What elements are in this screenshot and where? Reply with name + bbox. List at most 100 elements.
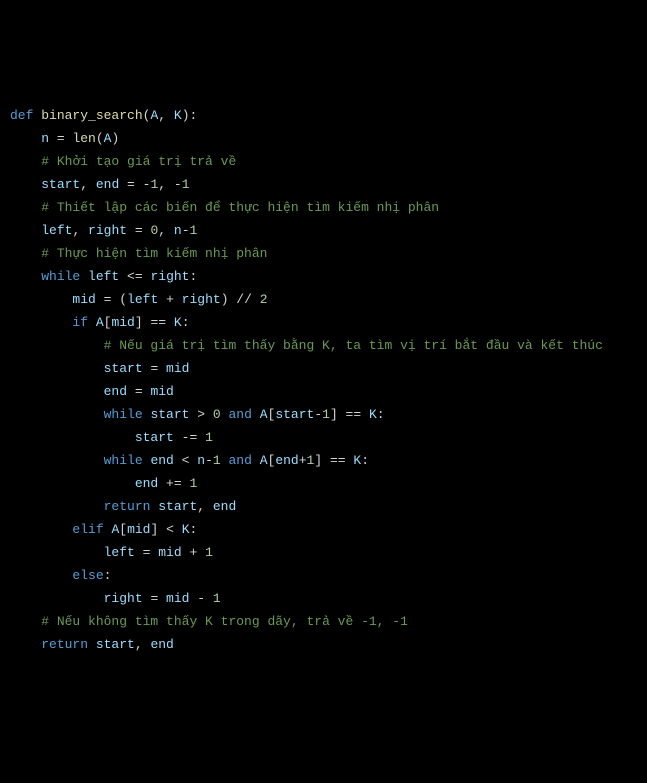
code-token: elif xyxy=(72,522,111,537)
code-token: [ xyxy=(119,522,127,537)
code-token: start xyxy=(135,430,174,445)
code-token: ( xyxy=(96,131,104,146)
code-token xyxy=(10,476,135,491)
code-token: ): xyxy=(182,108,198,123)
code-token: # Nếu không tìm thấy K trong dãy, trả về… xyxy=(41,614,408,629)
code-line: # Thực hiện tìm kiếm nhị phân xyxy=(10,242,647,265)
code-token: , xyxy=(80,177,96,192)
code-token: : xyxy=(190,522,198,537)
code-line: start, end = -1, -1 xyxy=(10,173,647,196)
code-token: return xyxy=(104,499,159,514)
code-token: else xyxy=(72,568,103,583)
code-token xyxy=(10,361,104,376)
code-token: = xyxy=(143,361,166,376)
code-token xyxy=(10,200,41,215)
code-token: right xyxy=(182,292,221,307)
code-token: -= xyxy=(174,430,205,445)
code-token: 1 xyxy=(190,223,198,238)
code-token: = xyxy=(49,131,72,146)
code-line: return start, end xyxy=(10,633,647,656)
code-token: ) // xyxy=(221,292,260,307)
code-line: # Thiết lập các biến để thực hiện tìm ki… xyxy=(10,196,647,219)
code-token xyxy=(10,453,104,468)
code-token: n xyxy=(174,223,182,238)
code-line: start -= 1 xyxy=(10,426,647,449)
code-token: # Nếu giá trị tìm thấy bằng K, ta tìm vị… xyxy=(104,338,603,353)
code-line: else: xyxy=(10,564,647,587)
code-token xyxy=(10,384,104,399)
code-token: if xyxy=(72,315,95,330)
code-token: : xyxy=(104,568,112,583)
code-token: def xyxy=(10,108,41,123)
code-token: <= xyxy=(119,269,150,284)
code-token: end xyxy=(96,177,119,192)
code-token xyxy=(10,637,41,652)
code-token: , xyxy=(72,223,88,238)
code-token: , xyxy=(158,223,174,238)
code-token: left xyxy=(104,545,135,560)
code-line: while end < n-1 and A[end+1] == K: xyxy=(10,449,647,472)
code-line: n = len(A) xyxy=(10,127,647,150)
code-token xyxy=(10,292,72,307)
code-token: 2 xyxy=(260,292,268,307)
code-token: 1 xyxy=(213,453,221,468)
code-token xyxy=(10,614,41,629)
code-token: 1 xyxy=(322,407,330,422)
code-token: ] == xyxy=(135,315,174,330)
code-token xyxy=(10,338,104,353)
code-token: = xyxy=(143,591,166,606)
code-token: < xyxy=(174,453,197,468)
code-token: 1 xyxy=(182,177,190,192)
code-token: left xyxy=(127,292,158,307)
code-token: n xyxy=(41,131,49,146)
code-token: , xyxy=(197,499,213,514)
code-token: mid xyxy=(150,384,173,399)
code-token: - xyxy=(189,591,212,606)
code-token: > xyxy=(189,407,212,422)
code-token: = xyxy=(127,384,150,399)
code-token: 1 xyxy=(205,430,213,445)
code-line: left = mid + 1 xyxy=(10,541,647,564)
code-token: ] == xyxy=(314,453,353,468)
code-token: K xyxy=(174,108,182,123)
code-token: return xyxy=(41,637,96,652)
code-token: # Khởi tạo giá trị trả về xyxy=(41,154,236,169)
code-token: right xyxy=(104,591,143,606)
code-token: start xyxy=(41,177,80,192)
code-token xyxy=(10,315,72,330)
code-token xyxy=(10,246,41,261)
code-token: , xyxy=(135,637,151,652)
code-line: # Nếu không tìm thấy K trong dãy, trả về… xyxy=(10,610,647,633)
code-token: while xyxy=(104,407,151,422)
code-token: right xyxy=(88,223,127,238)
code-token: end xyxy=(104,384,127,399)
code-token: += xyxy=(158,476,189,491)
code-token: start xyxy=(158,499,197,514)
code-token: and xyxy=(221,453,260,468)
code-token: : xyxy=(182,315,190,330)
code-token: 0 xyxy=(213,407,221,422)
code-token: mid xyxy=(166,591,189,606)
code-line: return start, end xyxy=(10,495,647,518)
code-line: left, right = 0, n-1 xyxy=(10,219,647,242)
code-token: : xyxy=(189,269,197,284)
code-token: mid xyxy=(166,361,189,376)
code-token: mid xyxy=(127,522,150,537)
code-token xyxy=(10,177,41,192)
code-token: len xyxy=(72,131,95,146)
code-line: end = mid xyxy=(10,380,647,403)
code-token xyxy=(10,568,72,583)
code-token: end xyxy=(150,637,173,652)
code-token: ] < xyxy=(150,522,181,537)
code-token: left xyxy=(88,269,119,284)
code-token: start xyxy=(104,361,143,376)
code-token: # Thực hiện tìm kiếm nhị phân xyxy=(41,246,267,261)
code-token: : xyxy=(377,407,385,422)
code-token xyxy=(10,522,72,537)
code-token: mid xyxy=(72,292,95,307)
code-token: and xyxy=(221,407,260,422)
code-token: mid xyxy=(158,545,181,560)
code-line: elif A[mid] < K: xyxy=(10,518,647,541)
code-token: = xyxy=(127,223,150,238)
code-token: + xyxy=(182,545,205,560)
